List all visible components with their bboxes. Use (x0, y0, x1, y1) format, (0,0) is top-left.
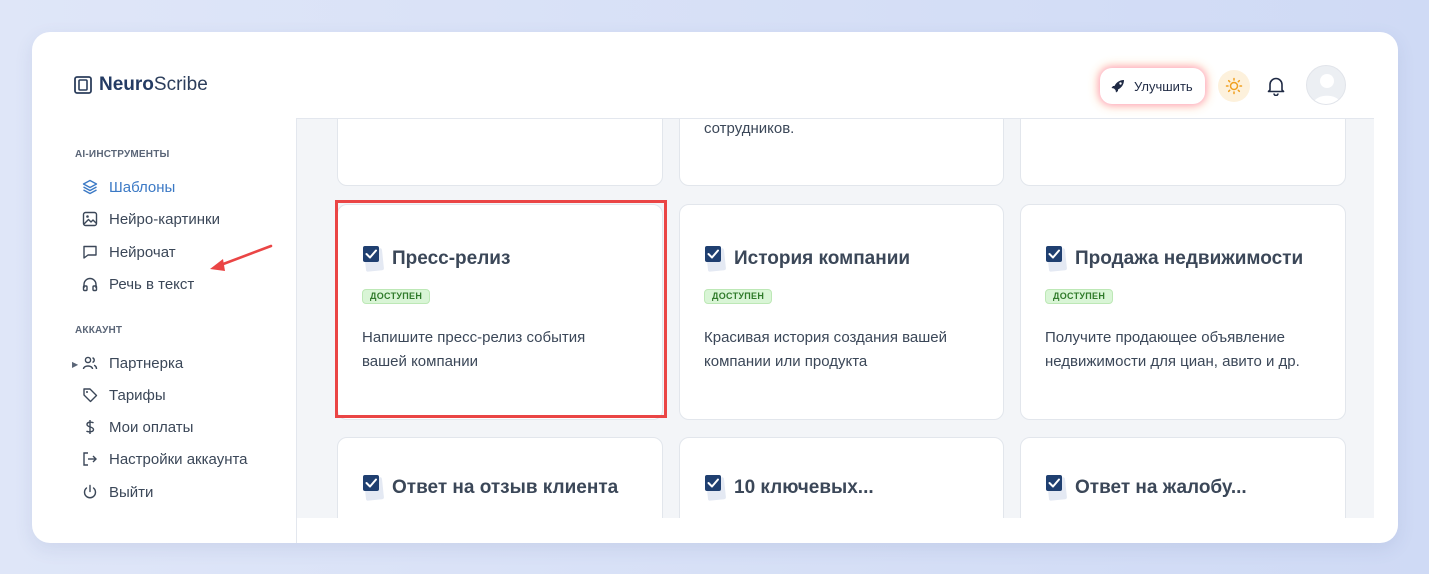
section-title-account: АККАУНТ (75, 325, 123, 336)
notifications-button[interactable] (1264, 74, 1288, 98)
theme-toggle-button[interactable] (1218, 70, 1250, 102)
layers-icon (82, 179, 98, 195)
card-title: Пресс-релиз (362, 245, 510, 273)
upgrade-button[interactable]: Улучшить (1102, 70, 1203, 102)
sidebar-item-label: Настройки аккаунта (109, 450, 248, 468)
dollar-icon (86, 420, 95, 434)
card-title-text: Ответ на отзыв клиента (392, 477, 619, 498)
sidebar-item-label: Шаблоны (109, 178, 176, 196)
template-card-10-key[interactable]: 10 ключевых... (679, 437, 1004, 518)
sidebar-item-neuro-images[interactable]: Нейро-картинки (82, 208, 220, 230)
bell-icon (1267, 77, 1285, 96)
brand-name-light: Scribe (153, 74, 208, 95)
checked-document-icon (1045, 474, 1067, 502)
status-badge: ДОСТУПЕН (362, 289, 431, 304)
upgrade-label: Улучшить (1134, 78, 1193, 94)
card-title: 10 ключевых... (704, 474, 874, 502)
sidebar-item-label: Речь в текст (109, 275, 195, 293)
template-card-partial[interactable] (337, 119, 663, 186)
sidebar-item-speech-to-text[interactable]: Речь в текст (82, 273, 194, 295)
app-window: NeuroScribe Улучшить AI-ИНСТРУМЕНТЫ Шабл… (32, 32, 1398, 543)
template-card-company-history[interactable]: История компании ДОСТУПЕН Красивая истор… (679, 204, 1004, 420)
sidebar-item-label: Партнерка (109, 354, 184, 372)
brand-name-bold: Neuro (99, 74, 154, 95)
sidebar-item-label: Тарифы (109, 386, 166, 404)
card-title-text: Продажа недвижимости (1075, 248, 1304, 269)
rocket-icon (1111, 80, 1124, 93)
card-title-text: 10 ключевых... (734, 477, 874, 498)
sidebar-item-label: Выйти (109, 483, 154, 501)
logo[interactable]: NeuroScribe (73, 74, 208, 96)
templates-grid: сотрудников. Пресс-релиз ДОСТУПЕН Напиши… (297, 119, 1374, 518)
card-description: Напишите пресс-релиз события вашей компа… (362, 329, 586, 370)
user-avatar-icon (1313, 74, 1341, 104)
sidebar-item-label: Мои оплаты (109, 418, 194, 436)
sidebar-item-tariffs[interactable]: Тарифы (82, 384, 166, 406)
card-title-text: Пресс-релиз (392, 248, 511, 269)
avatar[interactable] (1306, 65, 1346, 105)
card-description: Красивая история создания вашей компании… (704, 329, 948, 370)
section-title-tools: AI-ИНСТРУМЕНТЫ (75, 149, 170, 160)
card-title: Ответ на отзыв клиента (362, 474, 618, 502)
card-title: Ответ на жалобу... (1045, 474, 1247, 502)
logout-arrow-icon (83, 452, 97, 466)
power-icon (83, 484, 97, 499)
image-icon (82, 211, 98, 227)
card-title: Продажа недвижимости (1045, 245, 1303, 273)
sidebar-item-label: Нейро-картинки (109, 210, 220, 228)
users-icon (82, 356, 98, 370)
status-badge: ДОСТУПЕН (704, 289, 773, 304)
template-card-partial[interactable]: сотрудников. (679, 119, 1004, 186)
card-description: Получите продающее объявление недвижимос… (1045, 329, 1300, 370)
template-card-review-reply[interactable]: Ответ на отзыв клиента (337, 437, 663, 518)
template-card-partial[interactable] (1020, 119, 1346, 186)
top-bar: NeuroScribe Улучшить (32, 32, 1398, 119)
annotation-arrow (210, 244, 273, 271)
checked-document-icon (704, 474, 726, 502)
sidebar-item-partners[interactable]: Партнерка (82, 352, 183, 374)
checked-document-icon (1045, 245, 1067, 273)
template-card-complaint-reply[interactable]: Ответ на жалобу... (1020, 437, 1346, 518)
logo-icon (74, 76, 92, 94)
sidebar-item-logout[interactable]: Выйти (82, 481, 153, 503)
status-badge: ДОСТУПЕН (1045, 289, 1114, 304)
checked-document-icon (704, 245, 726, 273)
template-card-press-release[interactable]: Пресс-релиз ДОСТУПЕН Напишите пресс-рели… (337, 204, 663, 420)
card-title-text: История компании (734, 248, 911, 269)
card-title: История компании (704, 245, 910, 273)
card-description: сотрудников. (704, 120, 795, 137)
expand-caret-icon[interactable]: ▶ (72, 360, 78, 369)
sun-icon (1225, 77, 1243, 95)
template-card-real-estate[interactable]: Продажа недвижимости ДОСТУПЕН Получите п… (1020, 204, 1346, 420)
checked-document-icon (362, 245, 384, 273)
sidebar-item-payments[interactable]: Мои оплаты (82, 416, 193, 438)
chat-icon (83, 245, 97, 259)
sidebar-item-neurochat[interactable]: Нейрочат (82, 241, 176, 263)
checked-document-icon (362, 474, 384, 502)
sidebar-item-templates[interactable]: Шаблоны (82, 176, 175, 198)
sidebar-item-label: Нейрочат (109, 243, 176, 261)
tag-icon (83, 388, 98, 403)
sidebar: AI-ИНСТРУМЕНТЫ Шаблоны Нейро-картинки Не… (56, 119, 297, 543)
headphones-icon (82, 277, 98, 292)
sidebar-item-account-settings[interactable]: Настройки аккаунта (82, 448, 248, 470)
card-title-text: Ответ на жалобу... (1075, 477, 1247, 498)
